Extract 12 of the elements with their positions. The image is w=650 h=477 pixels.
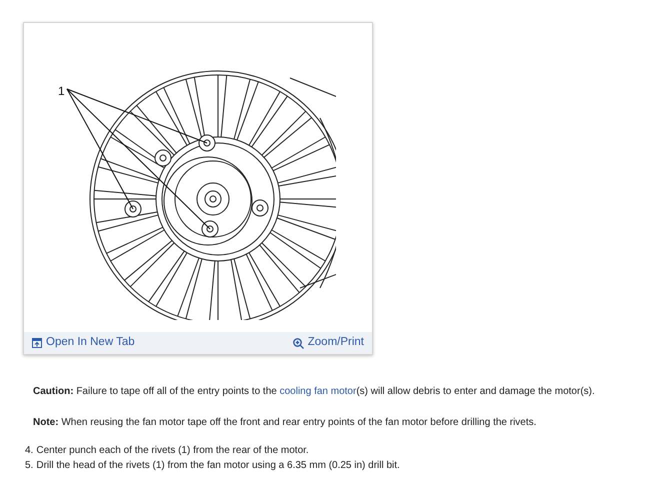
- zoom-print-link[interactable]: Zoom/Print: [292, 334, 364, 352]
- callout-number: 1: [58, 84, 65, 98]
- cooling-fan-motor-link[interactable]: cooling fan motor: [280, 386, 356, 397]
- caution-text: Caution: Failure to tape off all of the entry points to the cooling fan motor(s) will allow debris to enter and damage the motor(s).: [33, 385, 596, 398]
- zoom-in-icon: [292, 338, 304, 348]
- step-text: Center punch each of the rivets (1) from the rear of the motor.: [36, 444, 309, 458]
- step-number: 5.: [25, 459, 34, 473]
- open-in-new-tab-link[interactable]: Open In New Tab: [32, 334, 135, 352]
- step-text: Drill the head of the rivets (1) from the fan motor using a 6.35 mm (0.25 in) drill bit.: [36, 459, 400, 473]
- open-in-new-tab-icon: [32, 338, 42, 348]
- step-number: 4.: [25, 444, 34, 458]
- note-text: Note: When reusing the fan motor tape off the front and rear entry points of the fan motor before drilling the rivets.: [33, 416, 538, 429]
